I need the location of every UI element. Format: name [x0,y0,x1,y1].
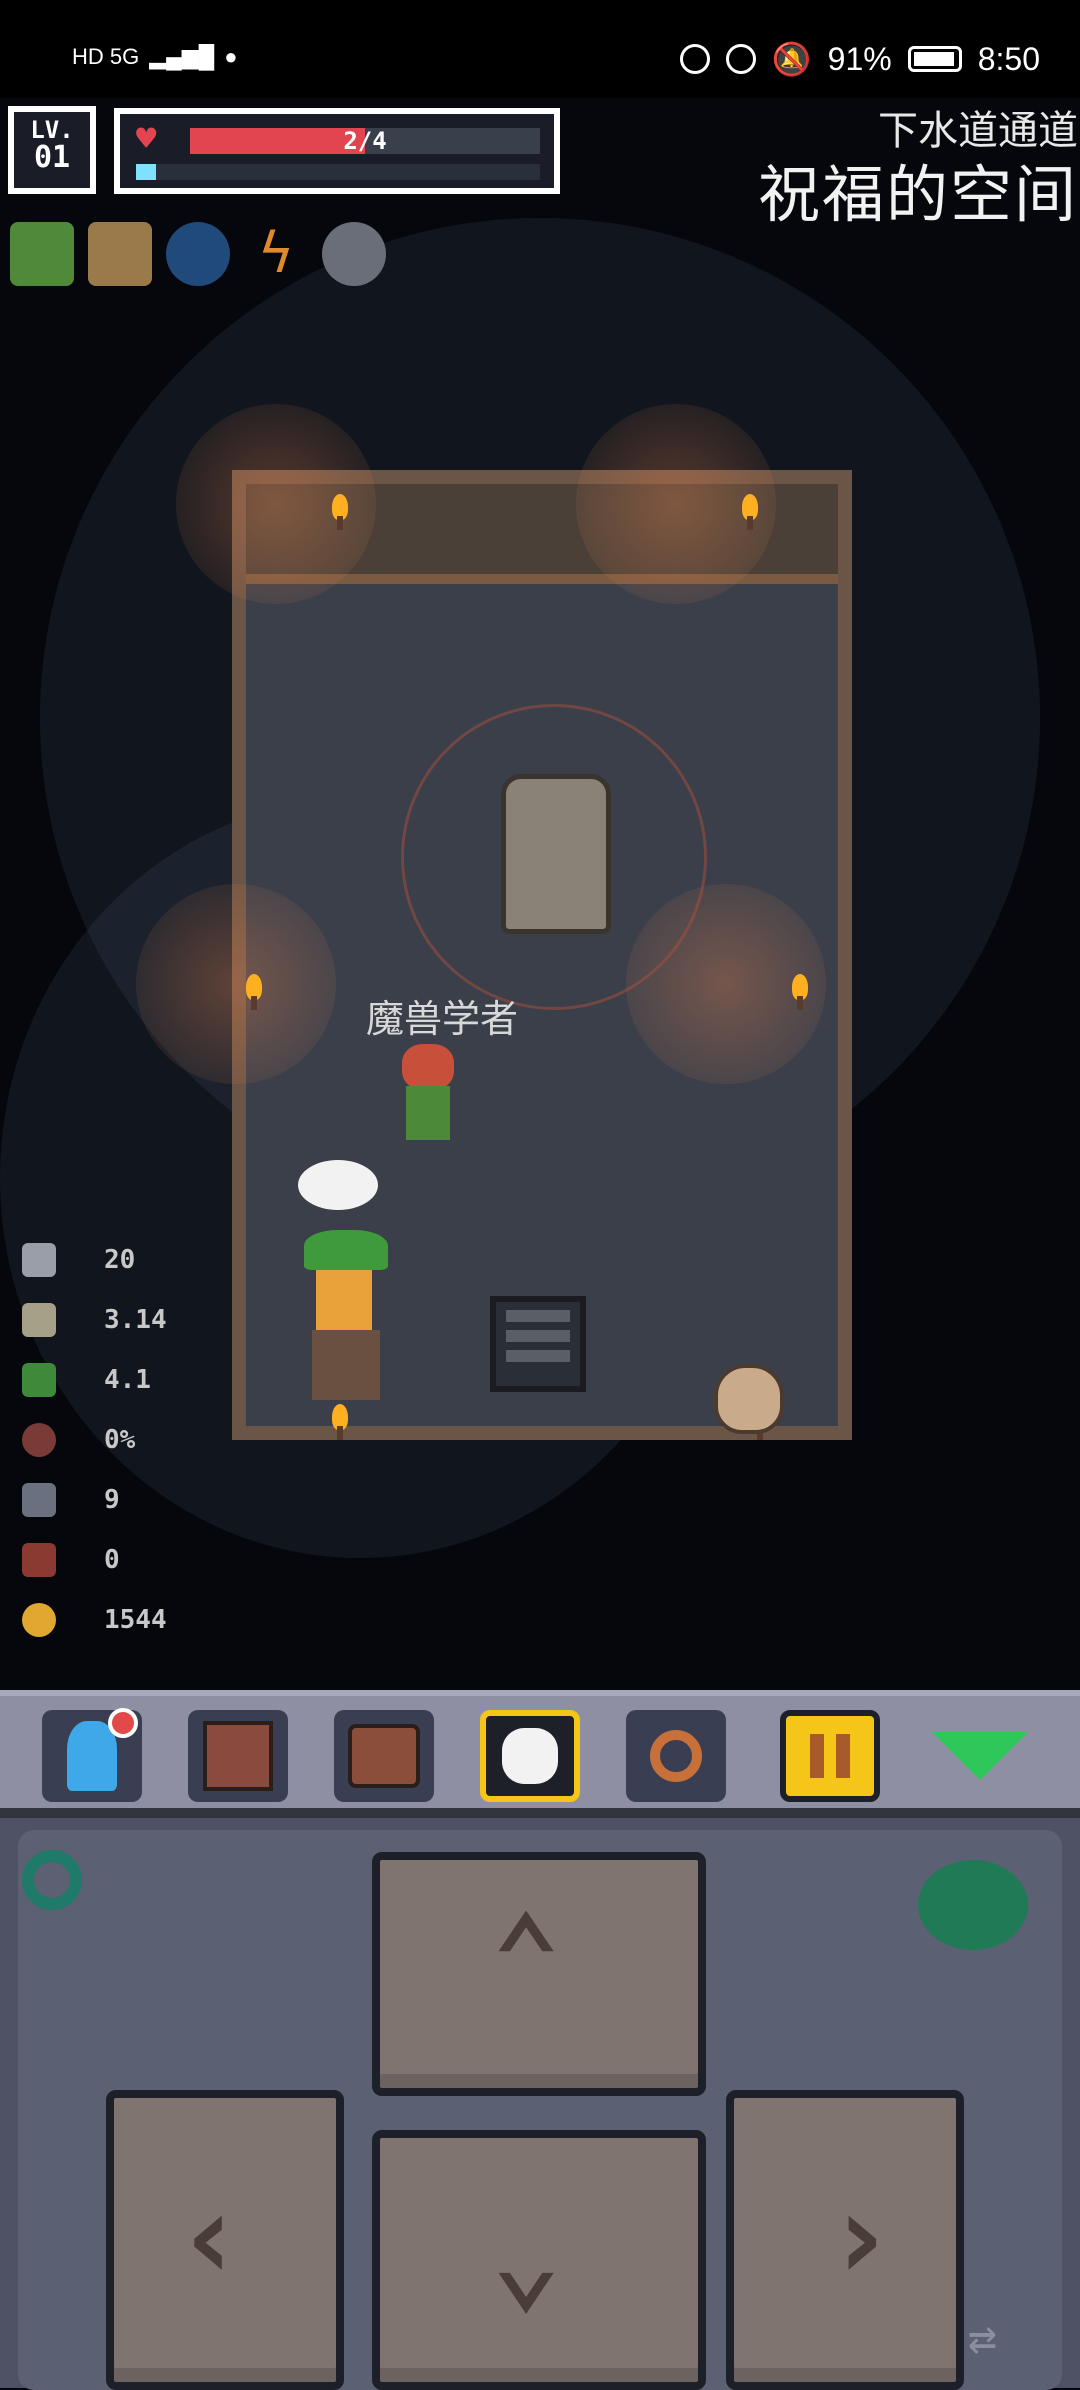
down-arrow-icon: ⌄ [490,2188,563,2327]
player-character [298,1160,398,1410]
notification-badge [108,1708,138,1738]
star-bunch-item-icon[interactable] [88,222,152,286]
up-arrow-icon: ⌃ [490,1890,563,2029]
battery-icon [907,46,962,72]
stat-move-speed: 4.1 [22,1350,167,1410]
journal-button[interactable] [188,1710,288,1802]
dpad-up-button[interactable]: ⌃ [372,1852,706,2096]
map-focus-icon [502,1728,558,1784]
network-label: HD 5G [72,44,140,69]
level-badge: LV. 01 [8,106,96,194]
player-legs [312,1330,380,1400]
status-bar: HD 5G ▂▄▆█ ● 🔕 91% 8:50 [0,0,1080,98]
left-arrow-icon: ‹ [174,2168,247,2307]
level-number: 01 [33,140,71,175]
vine-decoration [22,1850,82,1910]
control-panel: ⌃ ‹ › ⌄ ⇄ [18,1830,1062,2390]
system-indicators: 🔕 91% 8:50 [679,40,1040,78]
mana-bar [136,164,540,180]
heart-icon: ♥ [136,119,157,159]
stairs-down[interactable] [490,1296,586,1392]
lightning-item-icon[interactable]: ϟ [244,222,308,286]
mute-icon: 🔕 [771,41,812,77]
character-icon [67,1721,117,1791]
snake-item-icon[interactable] [10,222,74,286]
dpad-down-button[interactable]: ⌄ [372,2130,706,2390]
character-button[interactable] [42,1708,142,1802]
health-text: 2/4 [343,127,387,155]
sword-icon [22,1243,56,1277]
search-button[interactable] [626,1710,726,1802]
collapse-icon [932,1732,1028,1780]
right-arrow-icon: › [824,2168,897,2307]
battery-percent: 91% [827,40,892,77]
clay-pot[interactable] [714,1364,784,1434]
eye-icon [679,44,710,74]
torch-icon [736,494,764,530]
level-prefix: LV. [30,116,74,144]
toolbar [0,1690,1080,1808]
mana-bar-fill [136,164,157,180]
alarm-icon [725,44,756,74]
network-indicators: HD 5G ▂▄▆█ ● [72,44,238,70]
npc-name-label: 魔兽学者 [366,997,519,1041]
torch-glow [136,884,336,1084]
torch-icon [240,974,268,1010]
collapse-button[interactable] [930,1710,1030,1802]
gold-coin-icon [22,1603,56,1637]
stat-red-keys: 0 [22,1530,167,1590]
backpack-icon [348,1724,420,1788]
boot-speed-icon [22,1363,56,1397]
player-torso [316,1270,372,1330]
stat-value: 9 [104,1485,120,1515]
wechat-icon: ● [224,44,238,69]
dpad-controls: ⌃ ‹ › ⌄ ⇄ [0,1808,1080,2390]
clock: 8:50 [977,40,1040,77]
key-icon [22,1483,56,1517]
game-viewport[interactable]: LV. 01 ♥ 2/4 下水道通道 祝福的空间 ϟ 魔兽学者 20 3.14 … [0,98,1080,1690]
dpad-left-button[interactable]: ‹ [106,2090,344,2390]
search-icon [650,1730,702,1782]
stat-defense: 0% [22,1410,167,1470]
map-focus-button[interactable] [480,1710,580,1802]
stat-attack-speed: 3.14 [22,1290,167,1350]
stat-keys: 9 [22,1470,167,1530]
stat-value: 0 [104,1545,120,1575]
health-bar: 2/4 [190,128,540,154]
spoon-item-icon[interactable] [322,222,386,286]
stat-value: 4.1 [104,1365,151,1395]
pause-button[interactable] [780,1710,880,1802]
npc-body [406,1086,450,1140]
torch-icon [786,974,814,1010]
red-key-icon [22,1543,56,1577]
stat-value: 20 [104,1245,136,1275]
stat-attack: 20 [22,1230,167,1290]
stat-value: 3.14 [104,1305,167,1335]
torch-icon [326,494,354,530]
location-room: 祝福的空间 [757,158,1078,231]
dungeon-room: 魔兽学者 [136,404,852,1440]
stat-value: 0% [104,1425,136,1455]
leaf-decoration [918,1860,1028,1950]
dpad-right-button[interactable]: › [726,2090,964,2390]
blessing-statue[interactable] [501,774,611,934]
signal-icon: ▂▄▆█ [149,44,215,69]
stat-value: 1544 [104,1605,167,1635]
player-green-hat [304,1230,388,1270]
npc-beast-scholar[interactable] [388,1044,468,1144]
blue-orb-item-icon[interactable] [166,222,230,286]
shield-icon [22,1423,56,1457]
health-panel: ♥ 2/4 [114,108,560,194]
chef-hat [298,1160,378,1210]
stats-panel: 20 3.14 4.1 0% 9 0 1544 [22,1230,167,1650]
backpack-button[interactable] [334,1710,434,1802]
swap-icon[interactable]: ⇄ [968,2310,997,2366]
item-bar: ϟ [10,222,386,286]
stat-gold: 1544 [22,1590,167,1650]
pause-icon [810,1734,850,1778]
attack-speed-icon [22,1303,56,1337]
journal-icon [203,1721,273,1791]
npc-head [402,1044,454,1090]
